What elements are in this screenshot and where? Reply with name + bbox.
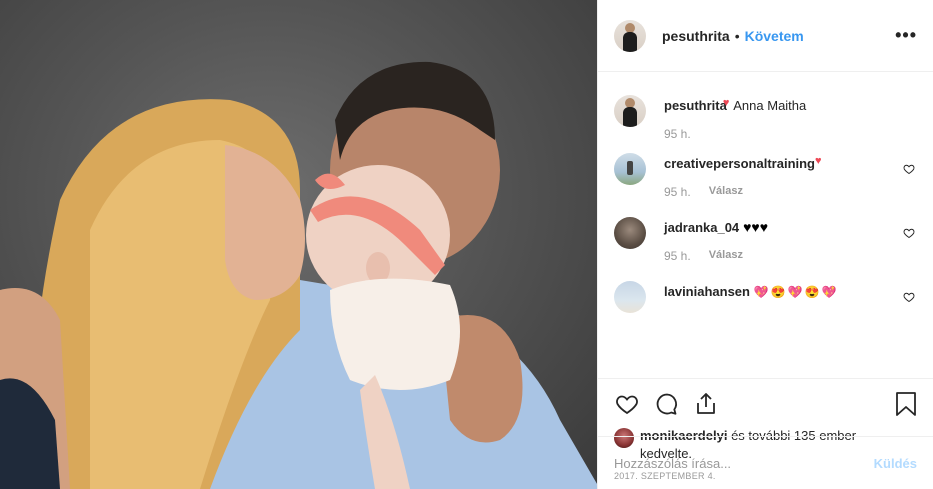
commenter-username[interactable]: creativepersonaltraining xyxy=(664,156,815,171)
header-separator: • xyxy=(734,27,740,44)
bookmark-icon[interactable] xyxy=(895,392,917,416)
author-avatar[interactable] xyxy=(614,19,646,52)
comment-time[interactable]: 95 h. xyxy=(664,249,691,263)
commenter-username[interactable]: jadranka_04 xyxy=(664,220,739,235)
red-heart-emoji-icon: ♥ xyxy=(722,97,730,109)
comment-like-heart-icon[interactable] xyxy=(903,227,915,239)
post-side-panel: pesuthrita • Követem ••• pesuthrita♥ Ann… xyxy=(597,0,933,489)
add-comment-bar: Küldés xyxy=(598,436,933,489)
comment-text: ♥♥♥ xyxy=(743,219,768,235)
more-horizontal-icon[interactable]: ••• xyxy=(895,25,917,46)
reply-button[interactable]: Válasz xyxy=(709,249,743,263)
comment-item: creativepersonaltraining♥ 95 h. Válasz xyxy=(614,153,917,199)
comment-like-heart-icon[interactable] xyxy=(903,291,915,303)
heart-icon[interactable] xyxy=(614,392,640,416)
instagram-post: pesuthrita • Követem ••• pesuthrita♥ Ann… xyxy=(0,0,933,489)
comment-like-heart-icon[interactable] xyxy=(903,163,915,175)
action-icons xyxy=(614,391,917,417)
commenter-username[interactable]: laviniahansen xyxy=(664,284,750,299)
share-icon[interactable] xyxy=(694,392,718,416)
caption-avatar[interactable] xyxy=(614,95,646,127)
post-header: pesuthrita • Követem ••• xyxy=(598,0,933,72)
comment-item: laviniahansen 💖😍💖😍💖 xyxy=(614,281,917,313)
comment-time[interactable]: 95 h. xyxy=(664,185,691,199)
commenter-avatar[interactable] xyxy=(614,281,646,313)
post-photo[interactable] xyxy=(0,0,597,489)
comment-input[interactable] xyxy=(614,455,874,471)
follow-button[interactable]: Követem xyxy=(745,28,804,44)
photo-illustration xyxy=(0,61,597,489)
emoji-sequence-icon: 💖😍💖😍💖 xyxy=(753,285,839,299)
commenter-avatar[interactable] xyxy=(614,153,646,185)
comment-icon[interactable] xyxy=(654,392,680,416)
caption-text: Anna Maitha xyxy=(733,98,807,113)
comments-list[interactable]: pesuthrita♥ Anna Maitha 95 h. creativepe… xyxy=(598,72,933,378)
caption-username[interactable]: pesuthrita xyxy=(664,98,727,113)
caption: pesuthrita♥ Anna Maitha 95 h. xyxy=(614,95,917,141)
author-username[interactable]: pesuthrita xyxy=(662,28,730,44)
caption-time[interactable]: 95 h. xyxy=(664,127,691,141)
commenter-avatar[interactable] xyxy=(614,217,646,249)
send-comment-button[interactable]: Küldés xyxy=(874,456,917,471)
comment-item: jadranka_04 ♥♥♥ 95 h. Válasz xyxy=(614,217,917,263)
reply-button[interactable]: Válasz xyxy=(709,185,743,199)
red-heart-emoji-icon: ♥ xyxy=(815,155,822,167)
